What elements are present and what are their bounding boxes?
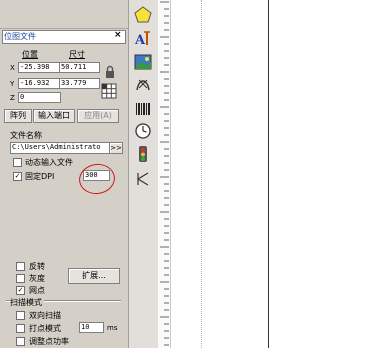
input-port-button[interactable]: 输入端口 bbox=[33, 109, 75, 123]
browse-button[interactable]: >> bbox=[109, 142, 123, 154]
dot-mode-field[interactable]: 10 bbox=[79, 322, 104, 333]
position-label: 位置 bbox=[22, 50, 38, 59]
extend-button[interactable]: 扩展... bbox=[68, 268, 120, 284]
x-axis-label: X bbox=[10, 64, 15, 72]
dot-mode-checkbox[interactable] bbox=[16, 324, 25, 333]
adjust-power-label: 调整点功率 bbox=[29, 337, 69, 346]
svg-text:A: A bbox=[134, 33, 146, 47]
size-label: 尺寸 bbox=[69, 50, 85, 59]
filename-field[interactable]: C:\Users\Administrato bbox=[10, 142, 110, 154]
gray-label: 灰度 bbox=[29, 274, 45, 283]
panel-top-area bbox=[0, 0, 128, 29]
bitmap-icon[interactable] bbox=[134, 53, 152, 71]
height-field[interactable]: 33.779 bbox=[59, 78, 100, 89]
delay-timer-icon[interactable] bbox=[134, 122, 152, 140]
anchor-grid-icon[interactable] bbox=[101, 83, 117, 99]
array-button[interactable]: 阵列 bbox=[4, 109, 32, 123]
dither-checkbox[interactable]: ✓ bbox=[16, 286, 25, 295]
filename-label: 文件名称 bbox=[10, 131, 42, 140]
dither-label: 网点 bbox=[29, 286, 45, 295]
lock-icon[interactable] bbox=[103, 65, 117, 79]
canvas-boundary-line bbox=[268, 0, 269, 348]
canvas-guide-line bbox=[201, 0, 202, 348]
motion-axis-icon[interactable] bbox=[134, 170, 152, 188]
close-icon[interactable]: × bbox=[114, 30, 122, 40]
dynamic-file-checkbox[interactable] bbox=[13, 158, 22, 167]
y-axis-label: Y bbox=[10, 80, 15, 88]
panel-title: 位图文件 bbox=[4, 32, 36, 41]
bidirectional-scan-checkbox[interactable] bbox=[16, 311, 25, 320]
invert-label: 反转 bbox=[29, 262, 45, 271]
dynamic-file-label: 动态输入文件 bbox=[25, 158, 73, 167]
width-field[interactable]: 50.711 bbox=[59, 62, 100, 73]
y-position-field[interactable]: -16.932 bbox=[18, 78, 61, 89]
invert-checkbox[interactable] bbox=[16, 262, 25, 271]
gray-checkbox[interactable] bbox=[16, 274, 25, 283]
fixed-dpi-checkbox[interactable]: ✓ bbox=[13, 172, 22, 181]
adjust-power-checkbox[interactable] bbox=[16, 337, 25, 346]
z-position-field[interactable]: 0 bbox=[18, 92, 61, 103]
text-tool-icon[interactable]: A bbox=[134, 29, 152, 47]
io-signal-icon[interactable] bbox=[134, 145, 152, 163]
vector-file-icon[interactable] bbox=[134, 75, 152, 93]
dot-mode-unit: ms bbox=[107, 324, 118, 332]
dot-mode-label: 打点模式 bbox=[29, 324, 61, 333]
fixed-dpi-label: 固定DPI bbox=[25, 172, 55, 181]
drawing-canvas[interactable] bbox=[171, 0, 368, 348]
z-axis-label: Z bbox=[10, 94, 15, 102]
x-position-field[interactable]: -25.398 bbox=[18, 62, 61, 73]
ruler-ticks bbox=[160, 1, 169, 346]
scan-mode-label: 扫描模式 bbox=[10, 297, 44, 308]
polygon-icon[interactable] bbox=[134, 6, 152, 24]
bidirectional-scan-label: 双向扫描 bbox=[29, 311, 61, 320]
apply-button[interactable]: 应用(A) bbox=[77, 109, 119, 123]
barcode-icon[interactable] bbox=[134, 100, 152, 118]
